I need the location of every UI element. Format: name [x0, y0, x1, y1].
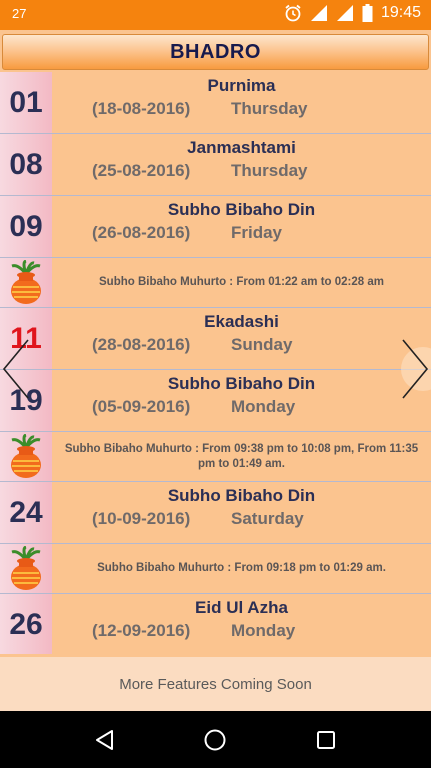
- day-number: 24: [9, 495, 43, 529]
- event-weekday: Saturday: [231, 509, 304, 528]
- muhurto-item[interactable]: Subho Bibaho Muhurto : From 01:22 am to …: [0, 258, 431, 308]
- month-header: BHADRO: [2, 34, 429, 70]
- day-number: 08: [9, 147, 43, 181]
- footer-text: More Features Coming Soon: [119, 675, 312, 693]
- status-icons: 19:45: [284, 4, 421, 22]
- chevron-right-icon[interactable]: [381, 338, 431, 400]
- event-title: Subho Bibaho Din: [167, 374, 316, 393]
- list-item[interactable]: 08 Janmashtami (25-08-2016) Thursday: [0, 134, 431, 196]
- home-icon: [204, 729, 226, 750]
- event-weekday: Sunday: [231, 335, 293, 354]
- muhurto-item[interactable]: Subho Bibaho Muhurto : From 09:38 pm to …: [0, 432, 431, 482]
- day-number: 26: [9, 607, 43, 641]
- event-title: Purnima: [207, 76, 276, 95]
- status-temperature: 27: [12, 6, 27, 21]
- system-nav-bar: [0, 711, 431, 768]
- month-title: BHADRO: [170, 41, 261, 63]
- event-title: Subho Bibaho Din: [167, 200, 316, 219]
- day-number: 09: [9, 209, 43, 243]
- event-date: (28-08-2016): [92, 335, 191, 354]
- event-date: (05-09-2016): [92, 397, 191, 416]
- home-button[interactable]: [195, 720, 235, 760]
- status-time: 19:45: [380, 4, 421, 21]
- event-date: (18-08-2016): [92, 99, 191, 118]
- kalash-icon: [11, 260, 41, 304]
- event-title: Ekadashi: [204, 312, 279, 331]
- event-date: (26-08-2016): [92, 223, 191, 242]
- day-number: 01: [9, 85, 43, 119]
- list-item[interactable]: 26 Eid Ul Azha (12-09-2016) Monday: [0, 594, 431, 654]
- event-title: Janmashtami: [187, 138, 296, 157]
- list-item[interactable]: 24 Subho Bibaho Din (10-09-2016) Saturda…: [0, 482, 431, 544]
- event-weekday: Monday: [231, 621, 296, 640]
- status-bar: 27 19:45: [0, 0, 431, 30]
- kalash-icon: [11, 434, 41, 478]
- muhurto-text: Subho Bibaho Muhurto : From 09:38 pm to …: [64, 442, 419, 470]
- event-date: (10-09-2016): [92, 509, 191, 528]
- kalash-icon: [11, 546, 41, 590]
- event-list[interactable]: 01 Purnima (18-08-2016) Thursday 08 Janm…: [0, 72, 431, 654]
- alarm-icon: [285, 4, 301, 22]
- event-weekday: Thursday: [231, 99, 308, 118]
- list-item[interactable]: 09 Subho Bibaho Din (26-08-2016) Friday: [0, 196, 431, 258]
- recents-icon: [316, 730, 335, 749]
- event-title: Eid Ul Azha: [195, 598, 288, 617]
- battery-icon: [362, 4, 373, 22]
- list-item[interactable]: 11 Ekadashi (28-08-2016) Sunday: [0, 308, 431, 370]
- event-weekday: Thursday: [231, 161, 308, 180]
- muhurto-text: Subho Bibaho Muhurto : From 09:18 pm to …: [97, 562, 386, 574]
- signal-icon: [336, 5, 353, 21]
- event-weekday: Friday: [231, 223, 283, 242]
- footer-banner: More Features Coming Soon: [0, 657, 431, 711]
- event-weekday: Monday: [231, 397, 296, 416]
- event-date: (12-09-2016): [92, 621, 191, 640]
- muhurto-text: Subho Bibaho Muhurto : From 01:22 am to …: [99, 276, 384, 288]
- chevron-left-icon[interactable]: [0, 338, 50, 400]
- muhurto-item[interactable]: Subho Bibaho Muhurto : From 09:18 pm to …: [0, 544, 431, 594]
- list-item[interactable]: 01 Purnima (18-08-2016) Thursday: [0, 72, 431, 134]
- event-date: (25-08-2016): [92, 161, 191, 180]
- back-icon: [96, 729, 114, 750]
- back-button[interactable]: [85, 720, 125, 760]
- event-title: Subho Bibaho Din: [167, 486, 316, 505]
- recents-button[interactable]: [306, 720, 346, 760]
- list-item[interactable]: 19 Subho Bibaho Din (05-09-2016) Monday: [0, 370, 431, 432]
- signal-icon: [310, 5, 327, 21]
